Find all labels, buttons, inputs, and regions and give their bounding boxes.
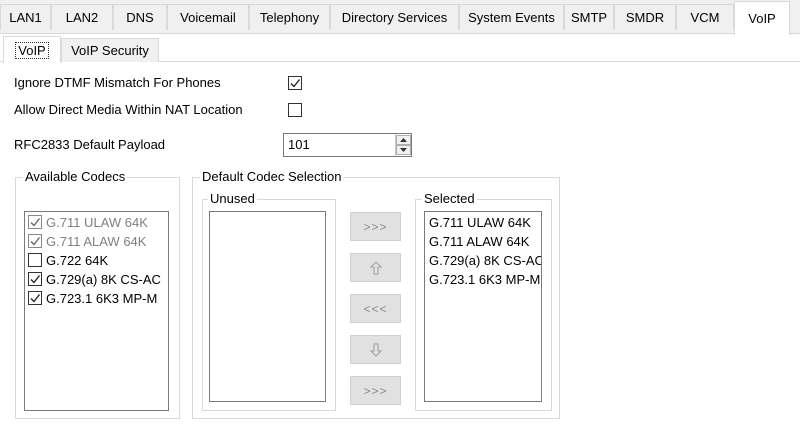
selected-codec-item[interactable]: G.723.1 6K3 MP-M [429, 270, 540, 288]
add-codec-button[interactable]: >>> [350, 212, 401, 241]
tab-label: LAN1 [9, 10, 42, 25]
add-all-button-label: >>> [363, 383, 388, 398]
available-codecs-title: Available Codecs [23, 169, 128, 184]
selected-codec-item[interactable]: G.711 ULAW 64K [429, 213, 531, 231]
rfc2833-value: 101 [288, 137, 310, 152]
checkmark-icon [290, 79, 301, 88]
direct-media-checkbox[interactable] [288, 103, 302, 117]
tab-lan2[interactable]: LAN2 [51, 4, 113, 30]
spin-up-button[interactable] [396, 135, 411, 145]
selected-label: Selected [422, 191, 477, 206]
codec-label: G.711 ALAW 64K [46, 233, 147, 249]
subtab-label: VoIP [15, 41, 49, 59]
codec-label: G.723.1 6K3 MP-M [46, 290, 158, 306]
tab-vcm[interactable]: VCM [676, 4, 734, 30]
codec-checkbox[interactable] [28, 253, 42, 267]
codec-checkbox[interactable] [28, 234, 42, 248]
default-codec-selection-title: Default Codec Selection [200, 169, 344, 184]
tab-label: DNS [126, 10, 154, 25]
rfc2833-label: RFC2833 Default Payload [14, 137, 166, 152]
ignore-dtmf-label: Ignore DTMF Mismatch For Phones [14, 75, 221, 90]
ignore-dtmf-checkbox[interactable] [288, 76, 302, 90]
spinner [395, 134, 411, 156]
tab-dns[interactable]: DNS [113, 4, 167, 30]
direct-media-label: Allow Direct Media Within NAT Location [14, 102, 243, 117]
tab-label: SMTP [570, 10, 608, 25]
tab-smtp[interactable]: SMTP [564, 4, 614, 30]
codec-item-g729a[interactable]: G.729(a) 8K CS-AC [25, 270, 161, 288]
down-arrow-icon [369, 343, 382, 357]
tab-label: SMDR [625, 10, 665, 25]
codec-checkbox[interactable] [28, 272, 42, 286]
tab-telephony[interactable]: Telephony [249, 4, 330, 30]
sub-tab-strip: VoIP VoIP Security [0, 34, 800, 63]
move-down-button[interactable] [350, 335, 401, 364]
tab-label: VoIP [748, 11, 776, 26]
up-arrow-icon [369, 260, 382, 274]
tab-system-events[interactable]: System Events [459, 4, 564, 30]
tab-label: Telephony [259, 10, 320, 25]
codec-label: G.722 64K [46, 252, 109, 268]
tab-smdr[interactable]: SMDR [614, 4, 676, 30]
checkmark-icon [30, 275, 41, 284]
unused-label: Unused [208, 191, 257, 206]
add-button-label: >>> [363, 219, 388, 234]
codec-item-g711-alaw[interactable]: G.711 ALAW 64K [25, 232, 146, 250]
codec-item-g711-ulaw[interactable]: G.711 ULAW 64K [25, 213, 148, 231]
tab-label: Voicemail [180, 10, 236, 25]
tab-label: Directory Services [341, 10, 448, 25]
move-up-button[interactable] [350, 253, 401, 282]
rfc2833-payload-input[interactable]: 101 [283, 133, 412, 157]
tab-label: LAN2 [65, 10, 99, 25]
codec-label: G.711 ULAW 64K [46, 214, 148, 230]
subtab-label: VoIP Security [71, 43, 149, 58]
tab-lan1[interactable]: LAN1 [0, 4, 51, 30]
add-all-codecs-button[interactable]: >>> [350, 376, 401, 405]
codec-checkbox[interactable] [28, 291, 42, 305]
codec-item-g7231[interactable]: G.723.1 6K3 MP-M [25, 289, 157, 307]
selected-codec-item[interactable]: G.711 ALAW 64K [429, 232, 529, 250]
selected-codecs-list[interactable]: G.711 ULAW 64K G.711 ALAW 64K G.729(a) 8… [424, 211, 542, 402]
top-tab-strip: LAN1 LAN2 DNS Voicemail Telephony Direct… [0, 0, 800, 35]
tab-label: VCM [690, 10, 720, 25]
unused-codecs-list[interactable] [209, 211, 326, 402]
down-triangle-icon [400, 148, 407, 152]
codec-checkbox[interactable] [28, 215, 42, 229]
codec-item-g722[interactable]: G.722 64K [25, 251, 108, 269]
tab-label: System Events [468, 10, 555, 25]
checkmark-icon [30, 218, 41, 227]
tab-voip[interactable]: VoIP [734, 1, 790, 35]
selected-codec-item[interactable]: G.729(a) 8K CS-AC [429, 251, 541, 269]
subtab-voip-security[interactable]: VoIP Security [61, 38, 159, 62]
tab-voicemail[interactable]: Voicemail [167, 4, 249, 30]
remove-button-label: <<< [363, 301, 388, 316]
tab-directory-services[interactable]: Directory Services [330, 4, 459, 30]
available-codecs-list[interactable]: G.711 ULAW 64K G.711 ALAW 64K G.722 64K … [24, 211, 169, 411]
checkmark-icon [30, 294, 41, 303]
spin-down-button[interactable] [396, 145, 411, 155]
remove-codec-button[interactable]: <<< [350, 294, 401, 323]
up-triangle-icon [400, 138, 407, 142]
checkmark-icon [30, 237, 41, 246]
subtab-voip[interactable]: VoIP [3, 36, 61, 63]
codec-label: G.729(a) 8K CS-AC [46, 271, 161, 287]
